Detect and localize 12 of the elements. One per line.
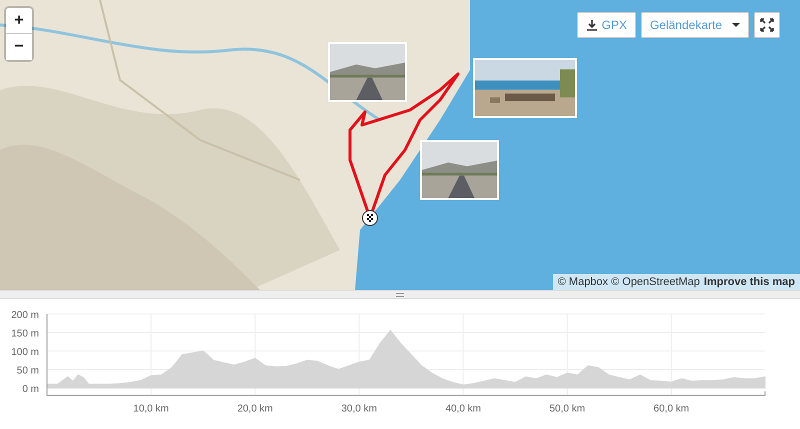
axis-label: 50 m [16,366,39,376]
axis-label: 40,0 km [445,403,482,414]
axis-label: 50,0 km [550,403,586,414]
axis-label: 200 m [11,310,39,321]
axis-label: 10,0 km [133,403,169,414]
axis-label: 0 m [22,384,39,395]
axis-label: 20,0 km [237,403,273,414]
axis-label: 60,0 km [654,403,690,414]
axis-label: 30,0 km [341,403,377,414]
axis-label: 150 m [11,328,39,340]
resize-handle-icon[interactable] [396,292,404,296]
axis-label: 100 m [11,347,39,358]
